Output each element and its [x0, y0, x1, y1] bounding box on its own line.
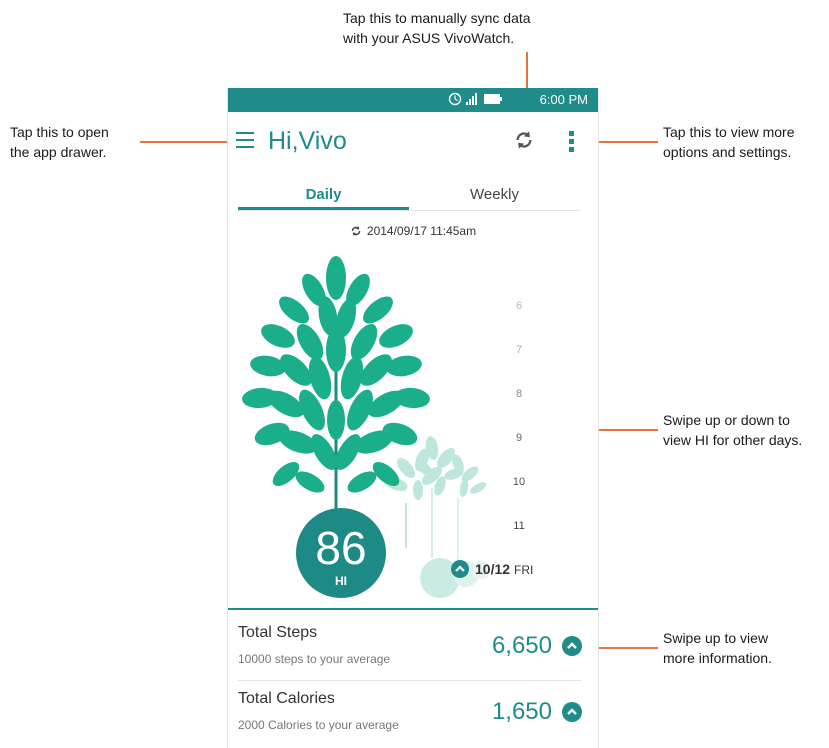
summary-panel[interactable]: Total Steps 10000 steps to your average …	[228, 608, 598, 732]
summary-row-steps[interactable]: Total Steps 10000 steps to your average …	[238, 620, 582, 681]
day-number[interactable]: 8	[504, 388, 534, 400]
day-number[interactable]: 6	[504, 300, 534, 312]
summary-subtitle: 10000 steps to your average	[238, 652, 391, 666]
tab-weekly[interactable]: Weekly	[409, 186, 580, 203]
day-number[interactable]: 7	[504, 344, 534, 356]
day-number[interactable]: 11	[504, 520, 534, 532]
tab-daily[interactable]: Daily	[238, 186, 409, 203]
main-tree-graphic	[242, 256, 430, 520]
leaf-shape	[326, 256, 346, 300]
summary-title: Total Calories	[238, 690, 335, 707]
leaf-shape	[363, 296, 393, 324]
hi-tree-area[interactable]: 6 7 8 9 10 11 86 HI 10/12 FRI	[228, 238, 598, 598]
status-icons	[448, 92, 508, 109]
menu-icon[interactable]	[236, 132, 254, 148]
leaf-shape	[279, 296, 309, 324]
callout-options: Tap this to view more options and settin…	[663, 124, 795, 160]
faded-leaf-shape	[459, 479, 469, 497]
chevron-up-icon[interactable]	[562, 636, 582, 656]
app-bar: Hi,Vivo	[228, 112, 598, 168]
callout-drawer-line	[140, 141, 232, 143]
faded-leaf-shape	[469, 482, 487, 494]
callout-drawer: Tap this to open the app drawer.	[10, 124, 109, 160]
last-sync-row: 2014/09/17 11:45am	[228, 224, 598, 238]
small-sync-icon	[351, 226, 361, 236]
chevron-up-icon[interactable]	[451, 560, 469, 578]
callout-swipe-info: Swipe up to view more information.	[663, 630, 772, 666]
hi-score-value: 86	[315, 522, 367, 574]
leaf-shape	[327, 400, 345, 440]
chevron-up-icon[interactable]	[562, 702, 582, 722]
status-bar: 6:00 PM	[228, 88, 598, 112]
selected-date[interactable]: 10/12 FRI	[451, 560, 591, 578]
callout-swipe-days: Swipe up or down to view HI for other da…	[663, 412, 803, 448]
last-sync-time: 2014/09/17 11:45am	[366, 224, 477, 238]
tab-bar: Daily Weekly	[238, 186, 580, 211]
callout-sync: Tap this to manually sync data with your…	[343, 10, 531, 46]
app-title: Hi,Vivo	[268, 127, 347, 155]
status-bar-icons	[448, 92, 502, 106]
summary-value: 1,650	[491, 698, 552, 725]
leaf-shape	[326, 328, 346, 372]
hi-tree-illustration	[242, 256, 490, 598]
summary-title: Total Steps	[238, 624, 318, 641]
tab-indicator	[238, 207, 409, 210]
selected-date-value: 10/12	[475, 561, 511, 577]
leaf-shape	[261, 324, 295, 348]
leaf-shape	[379, 324, 413, 348]
sync-icon[interactable]	[513, 129, 535, 151]
summary-subtitle: 2000 Calories to your average	[238, 718, 399, 732]
callout-swipe-info-line	[590, 647, 658, 649]
hi-score-label: HI	[335, 574, 347, 588]
faded-leaf-shape	[413, 480, 423, 500]
more-options-icon[interactable]	[569, 131, 575, 152]
summary-value: 6,650	[491, 632, 552, 659]
selected-weekday: FRI	[514, 563, 534, 577]
summary-row-calories[interactable]: Total Calories 2000 Calories to your ave…	[238, 686, 582, 746]
status-clock: 6:00 PM	[539, 92, 588, 107]
day-number[interactable]: 9	[504, 432, 534, 444]
day-number[interactable]: 10	[504, 476, 534, 488]
phone-screen: 6:00 PM Hi,Vivo Daily Weekly 2014/09/17 …	[227, 88, 599, 748]
hi-score-circle: 86 HI	[296, 508, 386, 598]
